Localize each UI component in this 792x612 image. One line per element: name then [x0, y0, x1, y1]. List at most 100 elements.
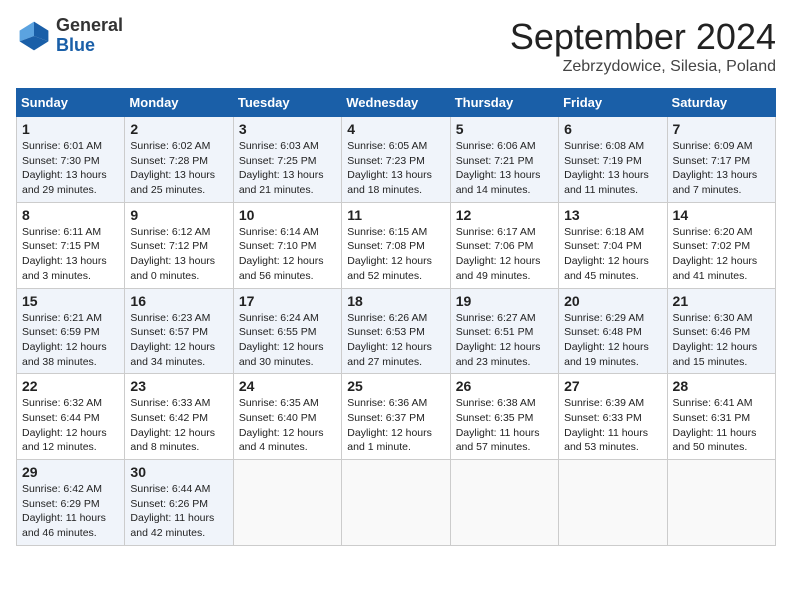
day-number: 8 [22, 207, 119, 223]
day-number: 12 [456, 207, 553, 223]
day-info-line: Daylight: 12 hours [22, 426, 119, 441]
calendar-cell: 24Sunrise: 6:35 AMSunset: 6:40 PMDayligh… [233, 374, 341, 460]
day-info-line: and 0 minutes. [130, 269, 227, 284]
day-info-line: Sunset: 7:17 PM [673, 154, 770, 169]
day-info-line: Sunset: 6:57 PM [130, 325, 227, 340]
weekday-header: Friday [559, 89, 667, 117]
day-info-line: Sunset: 7:04 PM [564, 239, 661, 254]
calendar-week-row: 15Sunrise: 6:21 AMSunset: 6:59 PMDayligh… [17, 288, 776, 374]
calendar-cell: 10Sunrise: 6:14 AMSunset: 7:10 PMDayligh… [233, 202, 341, 288]
day-number: 17 [239, 293, 336, 309]
day-number: 13 [564, 207, 661, 223]
calendar-cell: 20Sunrise: 6:29 AMSunset: 6:48 PMDayligh… [559, 288, 667, 374]
day-info-line: and 19 minutes. [564, 355, 661, 370]
day-info-line: Sunset: 6:48 PM [564, 325, 661, 340]
day-info-line: Sunrise: 6:35 AM [239, 396, 336, 411]
day-info-line: Daylight: 12 hours [22, 340, 119, 355]
calendar-cell [342, 460, 450, 546]
day-number: 5 [456, 121, 553, 137]
location: Zebrzydowice, Silesia, Poland [510, 58, 776, 76]
day-info-line: Sunrise: 6:42 AM [22, 482, 119, 497]
day-info-line: Sunrise: 6:23 AM [130, 311, 227, 326]
day-info-line: Sunrise: 6:38 AM [456, 396, 553, 411]
day-info-line: and 29 minutes. [22, 183, 119, 198]
calendar-week-row: 29Sunrise: 6:42 AMSunset: 6:29 PMDayligh… [17, 460, 776, 546]
month-title: September 2024 [510, 16, 776, 58]
calendar-cell: 29Sunrise: 6:42 AMSunset: 6:29 PMDayligh… [17, 460, 125, 546]
day-info-line: and 4 minutes. [239, 440, 336, 455]
day-info-line: Daylight: 12 hours [564, 340, 661, 355]
day-number: 1 [22, 121, 119, 137]
day-info-line: and 45 minutes. [564, 269, 661, 284]
day-info-line: and 3 minutes. [22, 269, 119, 284]
day-number: 30 [130, 464, 227, 480]
calendar-cell: 1Sunrise: 6:01 AMSunset: 7:30 PMDaylight… [17, 117, 125, 203]
page-header: General Blue September 2024 Zebrzydowice… [16, 16, 776, 76]
day-info-line: and 1 minute. [347, 440, 444, 455]
logo: General Blue [16, 16, 123, 56]
calendar-cell: 16 Sunrise: 6:23 AMSunset: 6:57 PMDayligh… [125, 288, 233, 374]
day-info-line: Daylight: 13 hours [347, 168, 444, 183]
day-number: 26 [456, 378, 553, 394]
day-info-line: and 21 minutes. [239, 183, 336, 198]
day-info-line: Sunrise: 6:36 AM [347, 396, 444, 411]
day-info-line: Daylight: 13 hours [239, 168, 336, 183]
day-number: 15 [22, 293, 119, 309]
calendar-cell: 28Sunrise: 6:41 AMSunset: 6:31 PMDayligh… [667, 374, 775, 460]
day-info-line: Sunrise: 6:03 AM [239, 139, 336, 154]
day-info-line: and 12 minutes. [22, 440, 119, 455]
logo-icon [16, 18, 52, 54]
day-info-line: Sunset: 6:35 PM [456, 411, 553, 426]
calendar-cell: 19Sunrise: 6:27 AMSunset: 6:51 PMDayligh… [450, 288, 558, 374]
calendar-cell: 4Sunrise: 6:05 AMSunset: 7:23 PMDaylight… [342, 117, 450, 203]
calendar-cell: 7Sunrise: 6:09 AMSunset: 7:17 PMDaylight… [667, 117, 775, 203]
day-info-line: Sunset: 6:29 PM [22, 497, 119, 512]
day-info-line: Sunrise: 6:29 AM [564, 311, 661, 326]
calendar-cell: 27Sunrise: 6:39 AMSunset: 6:33 PMDayligh… [559, 374, 667, 460]
day-info-line: Sunrise: 6:09 AM [673, 139, 770, 154]
day-info-line: Daylight: 13 hours [564, 168, 661, 183]
day-info-line: and 42 minutes. [130, 526, 227, 541]
day-info-line: Sunset: 7:15 PM [22, 239, 119, 254]
calendar-cell: 15Sunrise: 6:21 AMSunset: 6:59 PMDayligh… [17, 288, 125, 374]
day-info-line: and 50 minutes. [673, 440, 770, 455]
title-block: September 2024 Zebrzydowice, Silesia, Po… [510, 16, 776, 76]
day-number: 9 [130, 207, 227, 223]
day-info-line: Daylight: 12 hours [347, 254, 444, 269]
logo-text: General Blue [56, 16, 123, 56]
day-number: 16 [130, 293, 227, 309]
day-info-line: Daylight: 11 hours [130, 511, 227, 526]
day-info-line: and 57 minutes. [456, 440, 553, 455]
day-info-line: and 15 minutes. [673, 355, 770, 370]
calendar-body: 1Sunrise: 6:01 AMSunset: 7:30 PMDaylight… [17, 117, 776, 546]
day-info-line: Daylight: 13 hours [130, 254, 227, 269]
day-number: 28 [673, 378, 770, 394]
calendar-cell [450, 460, 558, 546]
day-info-line: Sunrise: 6:18 AM [564, 225, 661, 240]
calendar-cell: 14Sunrise: 6:20 AMSunset: 7:02 PMDayligh… [667, 202, 775, 288]
day-info-line: Sunset: 6:55 PM [239, 325, 336, 340]
day-info-line: Daylight: 12 hours [130, 340, 227, 355]
day-info-line: and 56 minutes. [239, 269, 336, 284]
day-info-line: Sunset: 6:26 PM [130, 497, 227, 512]
day-info-line: Sunrise: 6:06 AM [456, 139, 553, 154]
day-info-line: Sunset: 6:46 PM [673, 325, 770, 340]
day-info-line: Daylight: 13 hours [456, 168, 553, 183]
day-info-line: Sunrise: 6:02 AM [130, 139, 227, 154]
day-info-line: Sunrise: 6:39 AM [564, 396, 661, 411]
day-info-line: Sunrise: 6:26 AM [347, 311, 444, 326]
calendar-cell: 17Sunrise: 6:24 AMSunset: 6:55 PMDayligh… [233, 288, 341, 374]
day-info-line: Daylight: 11 hours [673, 426, 770, 441]
day-number: 25 [347, 378, 444, 394]
day-number: 27 [564, 378, 661, 394]
day-number: 7 [673, 121, 770, 137]
day-info-line: Sunset: 6:44 PM [22, 411, 119, 426]
day-number: 18 [347, 293, 444, 309]
day-info-line: Sunset: 7:02 PM [673, 239, 770, 254]
calendar-cell [667, 460, 775, 546]
day-info-line: and 52 minutes. [347, 269, 444, 284]
weekday-header: Tuesday [233, 89, 341, 117]
day-info-line: Daylight: 13 hours [22, 254, 119, 269]
day-info-line: Sunset: 7:10 PM [239, 239, 336, 254]
day-info-line: Sunset: 6:53 PM [347, 325, 444, 340]
